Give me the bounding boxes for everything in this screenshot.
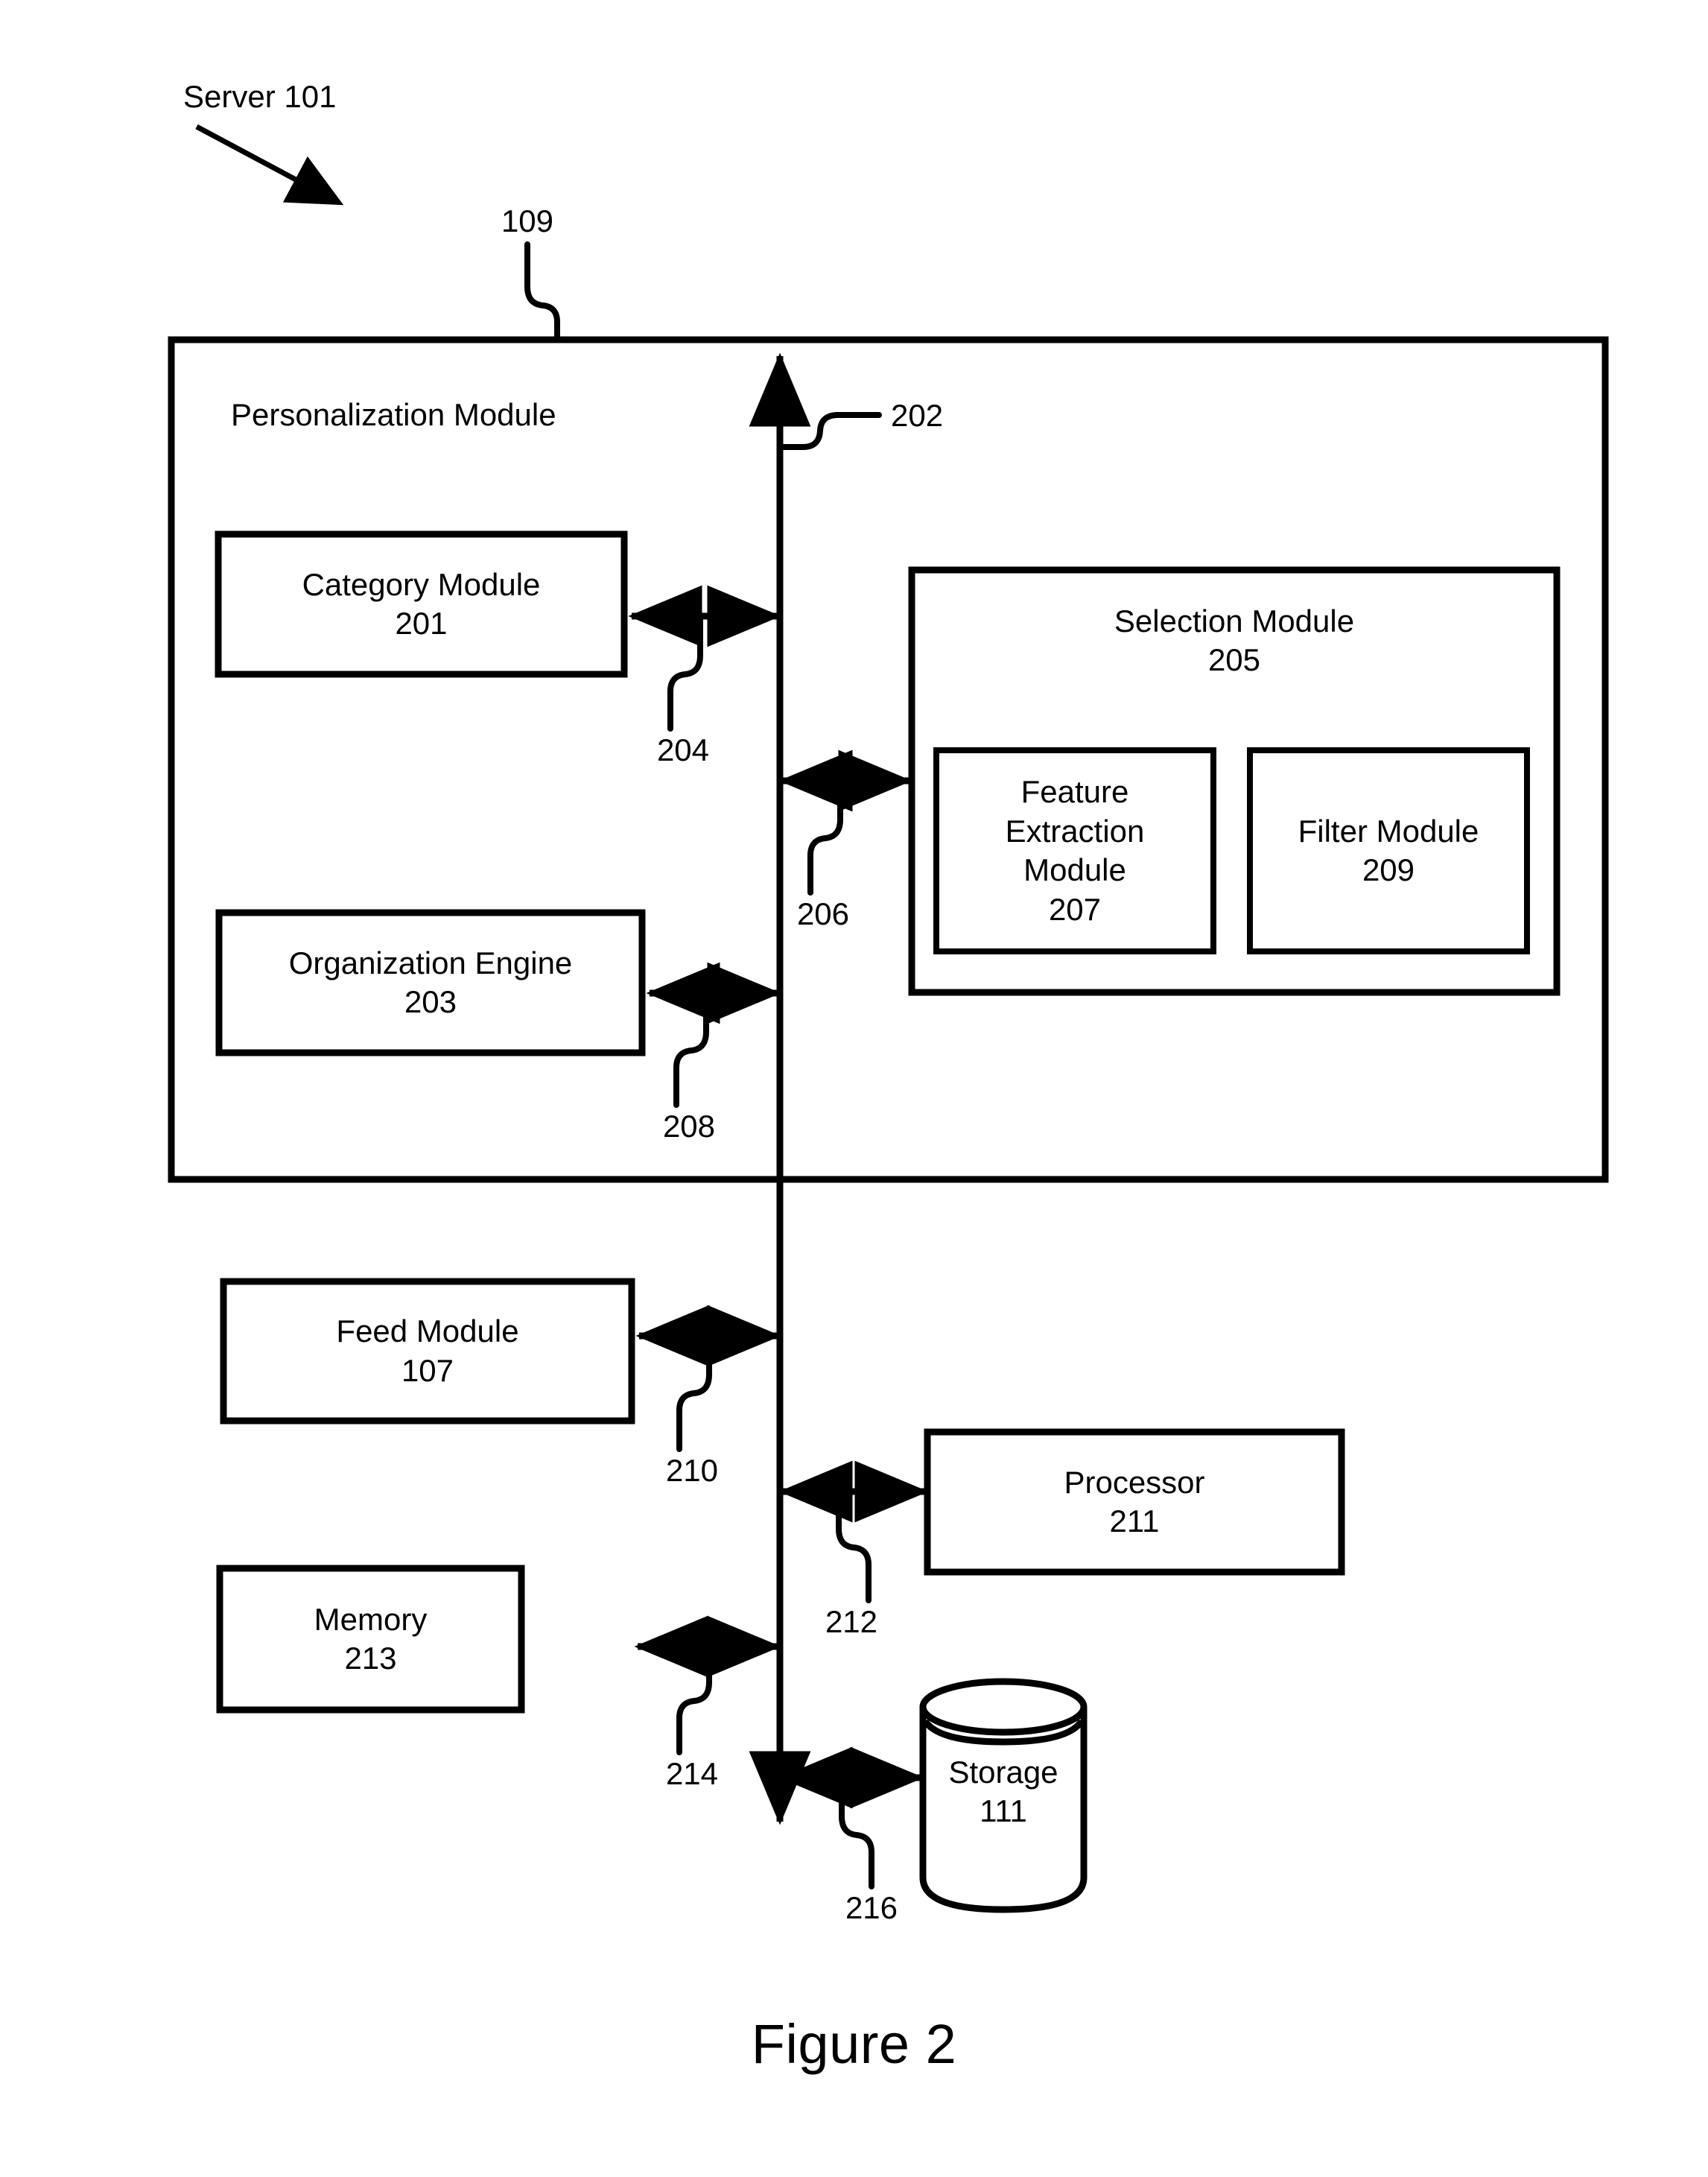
ref-109-label: 109 <box>501 203 554 238</box>
memory-number: 213 <box>344 1641 397 1676</box>
ref-208-label: 208 <box>662 1109 716 1144</box>
feed-module-label: Feed Module 107 <box>223 1281 632 1421</box>
category-module-label: Category Module 201 <box>218 534 624 674</box>
feed-module-name: Feed Module <box>336 1314 519 1349</box>
category-module-name: Category Module <box>302 566 541 602</box>
figure-caption: Figure 2 <box>751 2013 957 2075</box>
processor-number: 211 <box>1109 1503 1160 1539</box>
ref-202-leader <box>777 412 882 450</box>
ref-214-label: 214 <box>665 1756 719 1791</box>
filter-module-label: Filter Module 209 <box>1250 750 1527 951</box>
processor-label: Processor 211 <box>927 1432 1342 1572</box>
category-module-number: 201 <box>395 606 448 641</box>
selection-module-name: Selection Module <box>1114 603 1355 638</box>
ref-210-label: 210 <box>665 1453 719 1488</box>
feature-extraction-module-number: 207 <box>1048 891 1102 927</box>
ref-208-leader <box>673 993 709 1108</box>
filter-module-number: 209 <box>1362 852 1415 887</box>
feature-extraction-module-name: Feature Extraction Module <box>1005 774 1145 887</box>
organization-engine-label: Organization Engine 203 <box>219 913 642 1053</box>
ref-212-label: 212 <box>825 1604 878 1639</box>
storage-number: 111 <box>980 1793 1027 1828</box>
storage-name: Storage <box>948 1754 1058 1790</box>
server-leader-arrow <box>195 124 344 206</box>
ref-206-label: 206 <box>796 896 850 931</box>
storage-label: Storage 111 <box>923 1743 1084 1840</box>
selection-module-number: 205 <box>1207 642 1261 677</box>
ref-216-leader <box>839 1778 874 1889</box>
feature-extraction-module-label: Feature Extraction Module 207 <box>936 750 1213 951</box>
diagram-lines <box>168 124 1609 1913</box>
ref-204-leader <box>667 616 703 732</box>
ref-206-leader <box>807 781 843 896</box>
ref-214-leader <box>676 1647 712 1755</box>
ref-216-label: 216 <box>845 1890 898 1925</box>
selection-module-label: Selection Module 205 <box>912 596 1557 685</box>
figure-canvas: Server 101 109 Personalization Module 20… <box>0 0 1708 2177</box>
memory-name: Memory <box>314 1601 428 1637</box>
memory-label: Memory 213 <box>220 1568 521 1710</box>
organization-engine-name: Organization Engine <box>288 945 573 980</box>
personalization-module-title: Personalization Module <box>231 397 556 432</box>
ref-109-leader <box>524 241 560 343</box>
organization-engine-number: 203 <box>404 984 457 1019</box>
ref-202-label: 202 <box>891 398 944 433</box>
filter-module-name: Filter Module <box>1298 813 1479 849</box>
ref-204-label: 204 <box>656 732 710 767</box>
ref-212-leader <box>836 1492 872 1603</box>
ref-210-leader <box>676 1336 712 1452</box>
feed-module-number: 107 <box>401 1352 454 1388</box>
processor-name: Processor <box>1064 1464 1205 1500</box>
server-label: Server 101 <box>183 79 337 114</box>
